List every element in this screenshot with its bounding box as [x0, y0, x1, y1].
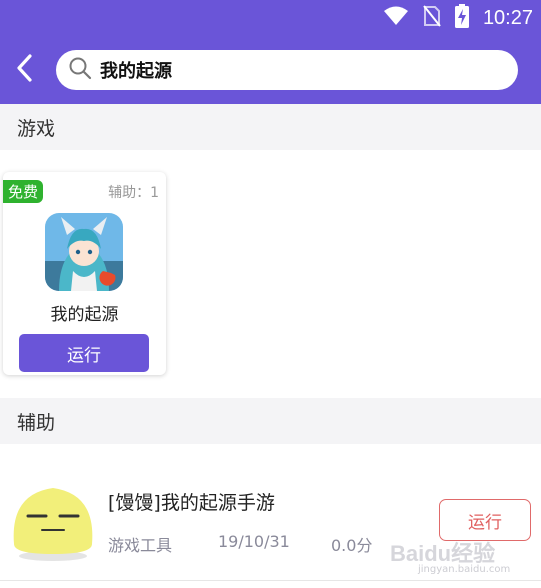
- search-input[interactable]: 我的起源: [56, 50, 518, 90]
- aux-count: 辅助：1: [108, 185, 159, 201]
- aux-thumbnail: [8, 474, 98, 562]
- search-query: 我的起源: [100, 61, 172, 82]
- game-card[interactable]: 免费 辅助：1 我的起源 运行: [3, 172, 166, 375]
- divider: [0, 580, 541, 581]
- no-sim-icon: [423, 5, 441, 31]
- section-title-games: 游戏: [0, 104, 541, 150]
- game-icon[interactable]: [45, 213, 123, 291]
- game-name: 我的起源: [50, 305, 119, 325]
- aux-date: 19/10/31: [218, 532, 290, 551]
- app-header: 10:27 我的起源: [0, 0, 541, 104]
- run-button[interactable]: 运行: [19, 334, 149, 372]
- watermark-url: jingyan.baidu.com: [418, 564, 511, 575]
- battery-charging-icon: [454, 4, 469, 32]
- search-icon: [68, 56, 92, 84]
- aux-title: [馒馒]我的起源手游: [108, 492, 275, 514]
- wifi-icon: [383, 6, 409, 30]
- aux-run-button[interactable]: 运行: [439, 499, 531, 541]
- section-title-aux: 辅助: [0, 398, 541, 444]
- aux-score: 0.0分: [331, 536, 373, 555]
- free-badge: 免费: [3, 180, 44, 203]
- clock-time: 10:27: [482, 6, 533, 29]
- status-bar: 10:27: [383, 0, 541, 36]
- back-button[interactable]: [4, 50, 44, 90]
- aux-category: 游戏工具: [108, 536, 173, 555]
- chevron-left-icon: [15, 54, 33, 86]
